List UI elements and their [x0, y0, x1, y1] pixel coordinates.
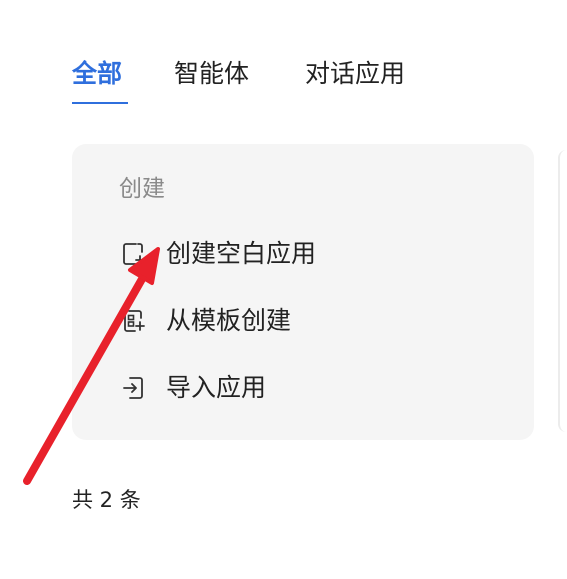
import-icon	[120, 374, 148, 402]
import-app-button[interactable]: 导入应用	[120, 368, 266, 408]
create-app-panel: 创建 创建空白应用 从模板创建 导入应用	[72, 144, 534, 440]
tab-agents[interactable]: 智能体	[174, 58, 249, 90]
blank-file-add-icon	[120, 240, 148, 268]
create-blank-app-label: 创建空白应用	[166, 239, 317, 268]
tab-all[interactable]: 全部	[72, 58, 122, 90]
import-app-label: 导入应用	[166, 373, 267, 402]
create-blank-app-button[interactable]: 创建空白应用	[120, 234, 316, 274]
tab-chat-apps[interactable]: 对话应用	[305, 58, 405, 90]
create-from-template-label: 从模板创建	[166, 306, 292, 335]
next-app-card-edge	[558, 150, 567, 432]
template-add-icon	[120, 307, 148, 335]
active-tab-underline	[72, 102, 128, 104]
panel-title: 创建	[119, 176, 165, 202]
create-from-template-button[interactable]: 从模板创建	[120, 301, 291, 341]
total-count: 共 2 条	[72, 488, 141, 512]
